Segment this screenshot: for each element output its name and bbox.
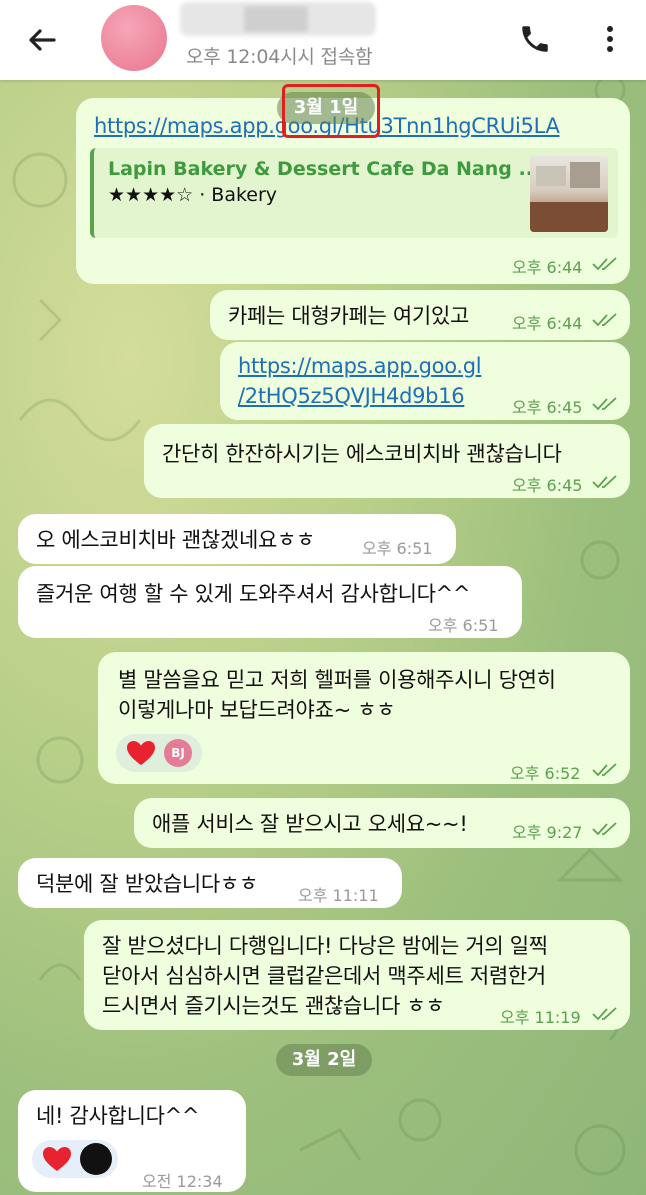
message-time: 오후 6:51 <box>362 539 433 558</box>
message-text: 애플 서비스 잘 받으시고 오세요~~! <box>152 812 468 836</box>
last-seen-status: 오후 12:04시시 접속함 <box>186 46 373 68</box>
message-bubble-incoming[interactable]: 오 에스코비치바 괜찮겠네요ㅎㅎ 오후 6:51 <box>18 514 456 564</box>
message-time: 오후 11:19 <box>500 1008 581 1027</box>
highlight-annotation-box <box>282 84 380 138</box>
read-checkmarks-icon <box>592 397 617 411</box>
link-preview-subtitle: ★★★★☆ · Bakery <box>108 184 278 206</box>
message-bubble-outgoing[interactable]: 잘 받으셨다니 다행입니다! 다낭은 밤에는 거의 일찍 닫아서 심심하시면 클… <box>84 920 630 1030</box>
contact-name-blurred <box>180 2 376 36</box>
reaction-user-avatar <box>80 1143 112 1175</box>
back-arrow-icon[interactable] <box>24 22 60 58</box>
link-preview-card[interactable]: Lapin Bakery & Dessert Cafe Da Nang ... … <box>90 148 618 238</box>
message-text-line2: 이렇게나마 보답드려야죠~ ㅎㅎ <box>118 698 396 722</box>
contact-avatar[interactable] <box>101 5 167 71</box>
message-time: 오후 6:52 <box>510 764 581 783</box>
more-options-icon[interactable] <box>598 20 622 58</box>
chat-header: 오후 12:04시시 접속함 <box>0 0 646 80</box>
message-link-line2[interactable]: /2tHQ5z5QVJH4d9b16 <box>238 384 465 408</box>
message-text: 오 에스코비치바 괜찮겠네요ㅎㅎ <box>36 528 316 552</box>
read-checkmarks-icon <box>592 313 617 327</box>
message-time: 오후 6:51 <box>428 616 499 635</box>
heart-reaction-icon <box>127 741 155 765</box>
link-preview-thumbnail <box>530 156 608 232</box>
message-text: 간단히 한잔하시기는 에스코비치바 괜찮습니다 <box>162 442 562 466</box>
reaction-chip[interactable]: BJ <box>116 734 202 772</box>
phone-call-icon[interactable] <box>518 22 552 56</box>
message-text: 네! 감사합니다^^ <box>36 1104 200 1128</box>
message-bubble-outgoing[interactable]: 간단히 한잔하시기는 에스코비치바 괜찮습니다 오후 6:45 <box>144 424 630 498</box>
message-time: 오후 6:44 <box>512 314 583 333</box>
message-bubble-outgoing[interactable]: 애플 서비스 잘 받으시고 오세요~~! 오후 9:27 <box>134 798 630 848</box>
read-checkmarks-icon <box>592 1007 617 1021</box>
message-time: 오후 9:27 <box>512 823 583 842</box>
message-time: 오전 12:34 <box>142 1172 223 1191</box>
message-time: 오후 6:45 <box>512 398 583 417</box>
message-link-line1[interactable]: https://maps.app.goo.gl <box>238 354 482 378</box>
message-time: 오후 6:45 <box>512 476 583 495</box>
read-checkmarks-icon <box>592 763 617 777</box>
message-text: 덕분에 잘 받았습니다ㅎㅎ <box>36 872 258 896</box>
heart-reaction-icon <box>43 1147 71 1171</box>
message-text-line1: 잘 받으셨다니 다행입니다! 다낭은 밤에는 거의 일찍 <box>102 934 548 958</box>
message-text: 카페는 대형카페는 여기있고 <box>228 304 469 328</box>
message-bubble-incoming[interactable]: 덕분에 잘 받았습니다ㅎㅎ 오후 11:11 <box>18 858 402 908</box>
read-checkmarks-icon <box>592 475 617 489</box>
date-separator: 3월 2일 <box>276 1044 372 1076</box>
read-checkmarks-icon <box>592 257 617 271</box>
link-preview-title: Lapin Bakery & Dessert Cafe Da Nang ... <box>108 158 541 180</box>
message-text-line1: 별 말씀을요 믿고 저희 헬퍼를 이용해주시니 당연히 <box>118 668 556 692</box>
message-bubble-outgoing[interactable]: 카페는 대형카페는 여기있고 오후 6:44 <box>210 290 630 340</box>
reaction-chip[interactable] <box>32 1140 118 1178</box>
message-text-line2: 닫아서 심심하시면 클럽같은데서 맥주세트 저렴한거 <box>102 964 546 988</box>
read-checkmarks-icon <box>592 822 617 836</box>
message-bubble-incoming[interactable]: 즐거운 여행 할 수 있게 도와주셔서 감사합니다^^ 오후 6:51 <box>18 566 522 638</box>
message-time: 오후 6:44 <box>512 258 583 277</box>
message-bubble-outgoing[interactable]: https://maps.app.goo.gl /2tHQ5z5QVJH4d9b… <box>220 342 630 420</box>
message-text-line3: 드시면서 즐기시는것도 괜찮습니다 ㅎㅎ <box>102 994 445 1018</box>
message-time: 오후 11:11 <box>298 886 379 905</box>
message-text: 즐거운 여행 할 수 있게 도와주셔서 감사합니다^^ <box>36 582 471 606</box>
reaction-user-avatar: BJ <box>164 739 192 767</box>
